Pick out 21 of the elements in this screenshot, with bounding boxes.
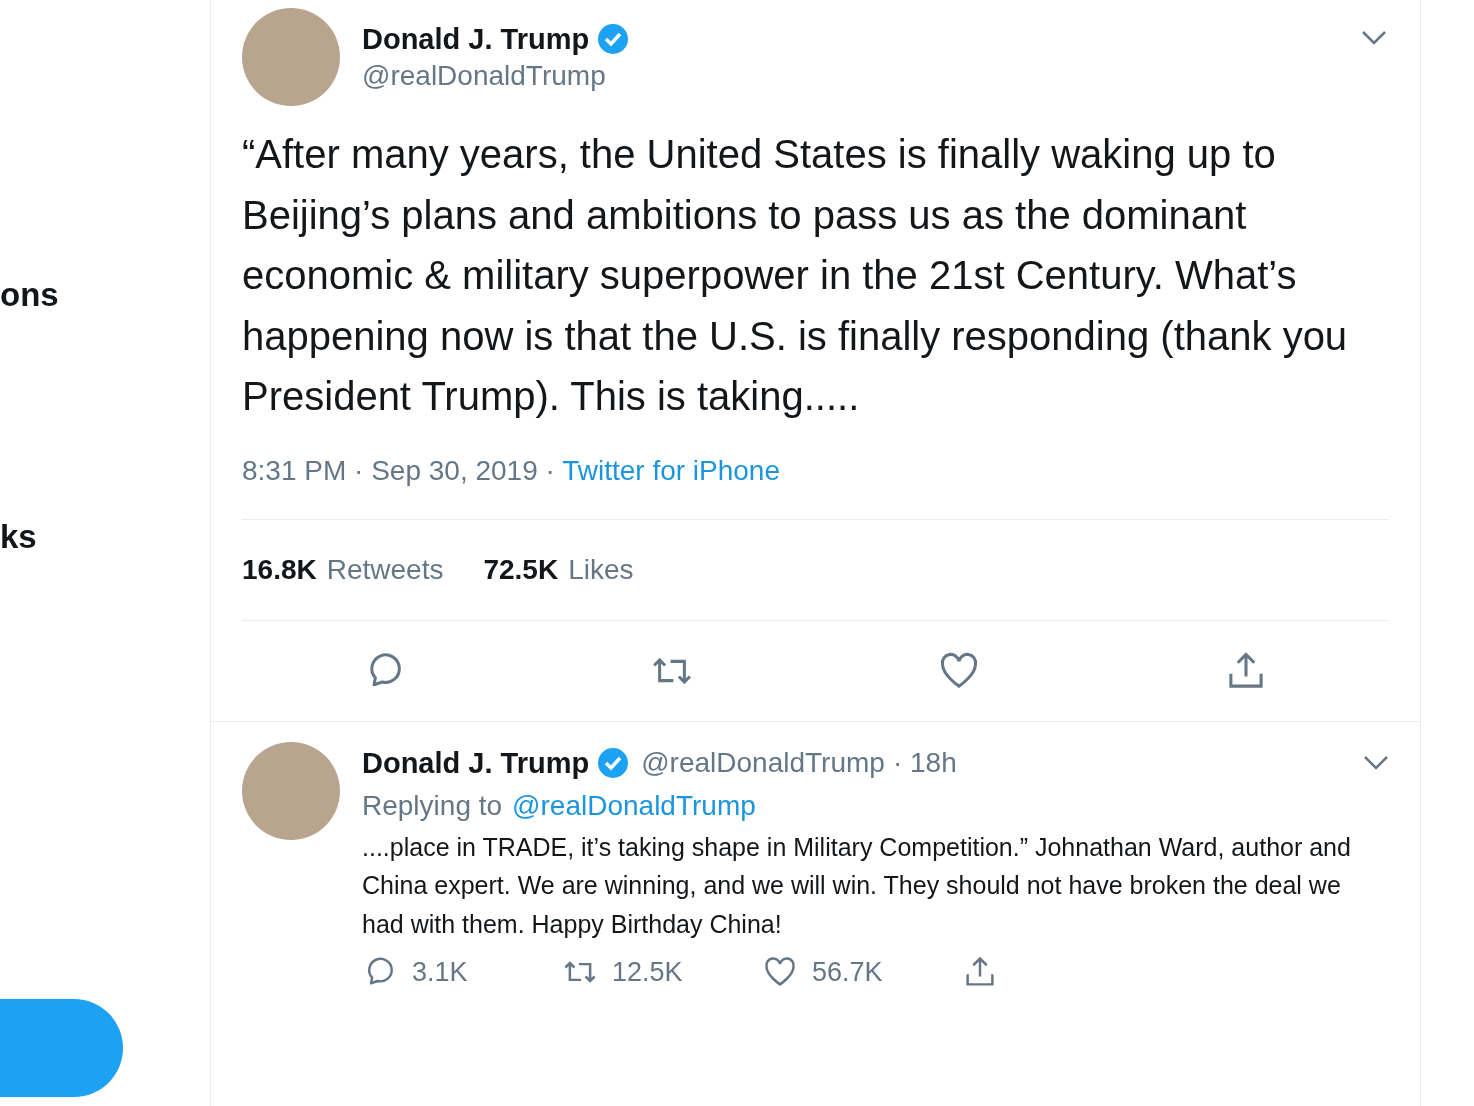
reply-text: ....place in TRADE, it’s taking shape in Military Competition.” Johnathan Ward, author and China expert. We are winning, and we will win. They should not have broken the deal we had with them. Happy Birthday China! bbox=[362, 831, 1352, 940]
action-count: 3.1K bbox=[412, 955, 468, 989]
stat-count[interactable]: 16.8K bbox=[242, 548, 317, 591]
chevron-icon[interactable] bbox=[1363, 754, 1389, 771]
action-count: 56.7K bbox=[812, 955, 883, 989]
tweet-text: “After many years, the United States is finally waking up to Beijing’s plans and ambitions to pass us as the dominant economic & military superpower in the 21st Century. What’s happening now is that the U.S. is finally responding (thank you President Trump). This is taking..... bbox=[242, 131, 1349, 420]
action-count: 12.5K bbox=[612, 955, 683, 989]
sidebar-item[interactable]: ks bbox=[0, 517, 37, 557]
stat-label[interactable]: Likes bbox=[568, 548, 634, 591]
stat-count[interactable]: 72.5K bbox=[483, 548, 559, 591]
author-name[interactable]: Donald J. Trump bbox=[362, 742, 590, 783]
author-handle[interactable]: @realDonaldTrump bbox=[362, 56, 630, 96]
chevron-icon[interactable] bbox=[1361, 30, 1387, 46]
stat-label[interactable]: Retweets bbox=[326, 548, 444, 591]
author-handle[interactable]: @realDonaldTrump bbox=[641, 741, 885, 784]
replying-label: Replying to bbox=[362, 788, 503, 823]
author-name[interactable]: Donald J. Trump bbox=[362, 22, 590, 56]
tweet-age: · 18h bbox=[892, 745, 957, 780]
tweet-button[interactable] bbox=[0, 999, 123, 1097]
tweet-timestamp: 8:31 PM · Sep 30, 2019 · bbox=[242, 454, 556, 486]
sidebar-item[interactable]: ons bbox=[0, 275, 59, 315]
